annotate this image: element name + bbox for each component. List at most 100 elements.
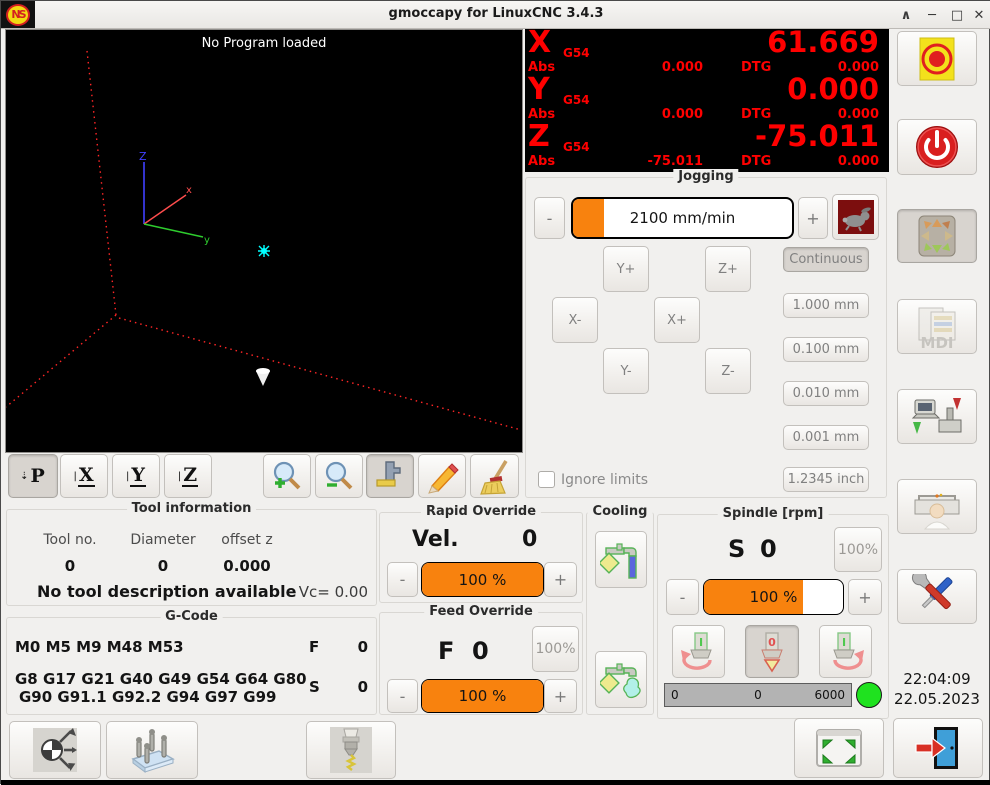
axis-value: -75.011	[755, 119, 879, 153]
ignore-limits-label: Ignore limits	[561, 472, 648, 488]
mode-mdi-button[interactable]: MDI	[897, 299, 977, 354]
view-x-button[interactable]: |X	[60, 454, 108, 498]
exit-button[interactable]	[893, 718, 983, 778]
estop-button[interactable]	[897, 31, 977, 86]
touch-off-button[interactable]	[9, 721, 101, 779]
maximize-button[interactable]: □	[947, 5, 967, 25]
abs-value: -75.011	[615, 154, 703, 169]
spindle-ccw-button[interactable]: I	[672, 625, 725, 678]
zero-origin-icon	[30, 725, 80, 775]
spindle-s-label: S	[728, 535, 745, 563]
increment-1mm-button[interactable]: 1.000 mm	[783, 293, 869, 318]
dro-axis-y[interactable]: Y G54 0.000 Abs 0.000 DTG 0.000	[525, 76, 889, 123]
flood-icon	[600, 536, 642, 584]
toggle-dimensions-button[interactable]	[366, 454, 414, 498]
increment-01mm-button[interactable]: 0.100 mm	[783, 337, 869, 362]
zoom-in-button[interactable]	[263, 454, 311, 498]
increment-001mm-button[interactable]: 0.010 mm	[783, 381, 869, 406]
feed-ovr-label: F	[438, 637, 454, 665]
spindle-minus-button[interactable]: -	[666, 579, 699, 615]
jog-x-plus-button[interactable]: X+	[654, 297, 700, 343]
spindle-plus-button[interactable]: +	[848, 579, 882, 615]
dimensions-icon	[372, 458, 408, 494]
ignore-limits-checkbox[interactable]	[538, 471, 555, 488]
spindle-reset-100-button[interactable]: 100%	[834, 527, 882, 572]
clear-plot-button[interactable]	[470, 454, 519, 498]
mist-coolant-button[interactable]	[595, 651, 647, 708]
preview-toolbar: ⇣P |X |Y |Z	[5, 453, 523, 499]
feed-value: 0	[358, 638, 368, 656]
jog-keypad-icon	[914, 213, 960, 259]
spindle-stop-button[interactable]: 0	[745, 625, 799, 678]
block-height-button[interactable]	[106, 721, 198, 779]
jog-speed-minus-button[interactable]: -	[534, 197, 565, 239]
tool-change-button[interactable]	[306, 721, 396, 779]
spindle-percent: 100 %	[704, 580, 843, 614]
flood-coolant-button[interactable]	[595, 531, 647, 588]
spindle-rpm-bar: 0 0 6000	[664, 683, 852, 707]
svg-text:MDI: MDI	[921, 334, 954, 350]
spindle-cw-button[interactable]: I	[819, 625, 872, 678]
speed-label: S	[309, 678, 320, 696]
increment-continuous-button[interactable]: Continuous	[783, 247, 869, 272]
feed-percent: 100 %	[422, 680, 543, 712]
jogging-frame: Jogging - 2100 mm/min + Y+ Z+ X- X+ Y- Z…	[525, 177, 887, 498]
minimize-button[interactable]: ─	[922, 5, 942, 25]
svg-text:I: I	[698, 636, 702, 649]
rapid-minus-button[interactable]: -	[387, 562, 418, 597]
bottom-border	[1, 780, 990, 785]
operator-icon	[911, 484, 963, 530]
dro-axis-x[interactable]: X G54 61.669 Abs 0.000 DTG 0.000	[525, 29, 889, 76]
view-z-button[interactable]: |Z	[164, 454, 212, 498]
feed-plus-button[interactable]: +	[544, 679, 577, 713]
abs-value: 0.000	[615, 60, 703, 75]
dro-panel[interactable]: X G54 61.669 Abs 0.000 DTG 0.000 Y G54 0…	[525, 29, 889, 172]
spindle-override-slider[interactable]: 100 %	[703, 579, 844, 615]
axis-value: 0.000	[787, 72, 879, 106]
mode-manual-button[interactable]	[897, 209, 977, 263]
gremlin-preview[interactable]: No Program loaded Z x y	[5, 29, 523, 453]
jog-speed-slider[interactable]: 2100 mm/min	[571, 197, 794, 239]
gmoccapy-window: NS gmoccapy for LinuxCNC 3.4.3 ∧ ─ □ ✕ N…	[0, 0, 990, 784]
rapid-override-slider[interactable]: 100 %	[421, 562, 544, 597]
fullscreen-button[interactable]	[794, 718, 884, 778]
svg-text:0: 0	[768, 636, 776, 649]
jog-z-plus-button[interactable]: Z+	[705, 246, 751, 292]
user-tabs-button[interactable]	[897, 479, 977, 534]
power-icon	[914, 124, 960, 170]
coord-system: G54	[563, 46, 590, 60]
jog-y-minus-button[interactable]: Y-	[603, 348, 649, 394]
jog-y-plus-button[interactable]: Y+	[603, 246, 649, 292]
tool-measure-icon	[326, 725, 376, 775]
view-y-button[interactable]: |Y	[112, 454, 160, 498]
jog-z-minus-button[interactable]: Z-	[705, 348, 751, 394]
close-button[interactable]: ✕	[969, 5, 989, 25]
axis-letter: X	[528, 25, 551, 60]
shade-window-button[interactable]: ∧	[896, 5, 916, 25]
dro-axis-z[interactable]: Z G54 -75.011 Abs -75.011 DTG 0.000	[525, 123, 889, 170]
draw-path-button[interactable]	[418, 454, 466, 498]
coord-system: G54	[563, 93, 590, 107]
view-perspective-button[interactable]: ⇣P	[8, 454, 58, 498]
increment-0001mm-button[interactable]: 0.001 mm	[783, 425, 869, 450]
offset-z-value: 0.000	[209, 557, 285, 575]
machine-on-button[interactable]	[897, 119, 977, 175]
feed-minus-button[interactable]: -	[387, 679, 418, 713]
no-program-text: No Program loaded	[202, 36, 327, 51]
svg-text:I: I	[841, 636, 845, 649]
jogging-title: Jogging	[673, 169, 738, 184]
feed-reset-100-button[interactable]: 100%	[532, 626, 579, 672]
jog-speed-plus-button[interactable]: +	[798, 197, 828, 239]
spindle-title: Spindle [rpm]	[718, 506, 829, 521]
mode-auto-button[interactable]	[897, 389, 977, 444]
jog-turtle-rabbit-button[interactable]	[832, 194, 879, 240]
rapid-plus-button[interactable]: +	[544, 562, 577, 597]
axis-value: 61.669	[767, 25, 879, 59]
jog-x-minus-button[interactable]: X-	[552, 297, 598, 343]
feed-override-slider[interactable]: 100 %	[421, 679, 544, 713]
zoom-out-button[interactable]	[315, 454, 363, 498]
spindle-frame: Spindle [rpm] S 0 100% - 100 % + I 0	[657, 514, 889, 719]
settings-button[interactable]	[897, 569, 977, 624]
increment-inch-button[interactable]: 1.2345 inch	[783, 467, 869, 492]
broom-icon	[476, 457, 514, 495]
